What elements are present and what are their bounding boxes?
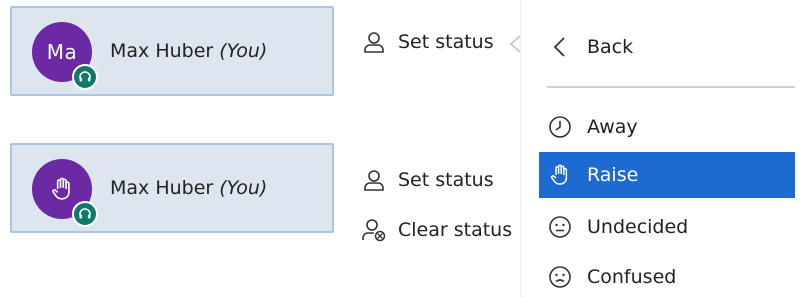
divider [547,86,795,88]
back-button[interactable]: Back [539,24,795,70]
you-label: (You) [219,177,268,199]
back-label: Back [587,36,634,58]
person-icon [360,28,388,56]
set-status-menu-item[interactable]: Set status [360,28,494,56]
status-option-label: Undecided [587,216,689,238]
user-name-text: Max Huber [110,177,214,199]
avatar-initials: Ma [46,40,78,64]
status-option-away[interactable]: Away [539,104,795,150]
headset-icon [72,201,98,227]
status-option-confused[interactable]: Confused [539,254,795,297]
raised-hand-icon [547,162,573,188]
status-option-undecided[interactable]: Undecided [539,204,795,250]
set-status-label: Set status [398,169,494,191]
confused-face-icon [547,264,573,290]
set-status-label: Set status [398,31,494,53]
user-name: Max Huber (You) [110,40,267,62]
neutral-face-icon [547,214,573,240]
raised-hand-icon [49,176,75,202]
clear-status-icon [360,216,388,244]
participant-card-bottom[interactable]: Max Huber (You) [10,143,334,233]
user-name-text: Max Huber [110,40,214,62]
headset-icon [72,64,98,90]
status-option-label: Confused [587,266,677,288]
status-option-raise[interactable]: Raise [539,152,795,198]
clock-icon [547,114,573,140]
set-status-menu-item[interactable]: Set status [360,166,494,194]
status-option-label: Raise [587,164,639,186]
person-icon [360,166,388,194]
status-option-label: Away [587,116,638,138]
you-label: (You) [219,40,268,62]
clear-status-menu-item[interactable]: Clear status [360,216,512,244]
chevron-left-icon [547,34,573,60]
participant-card-top[interactable]: Ma Max Huber (You) [10,6,334,96]
user-name: Max Huber (You) [110,177,267,199]
clear-status-label: Clear status [398,219,513,241]
status-submenu: Back Away Raise Undecided Confused [520,0,810,297]
